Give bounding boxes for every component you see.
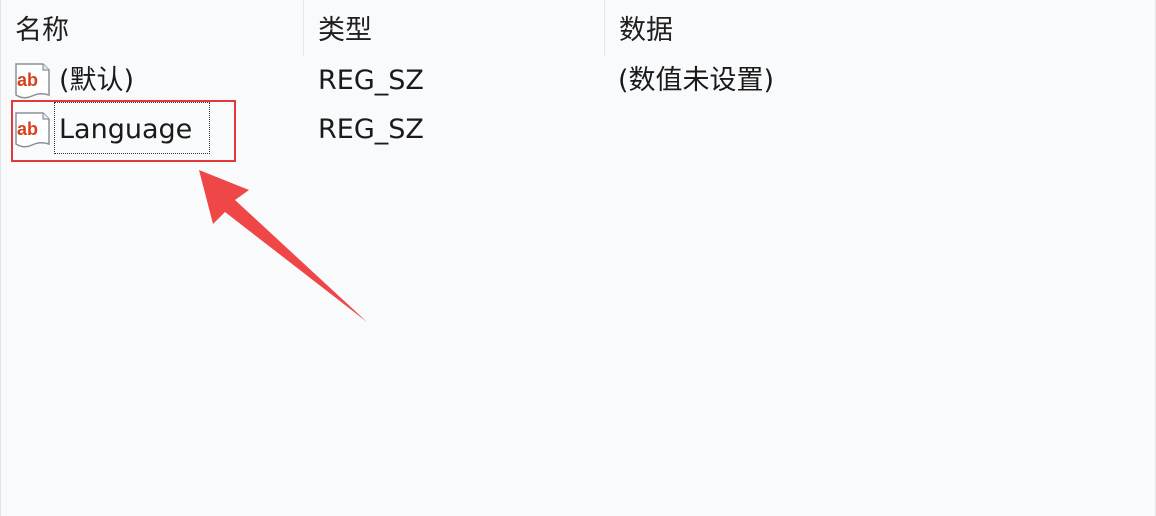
value-type: REG_SZ — [318, 65, 424, 96]
column-header-type[interactable]: 类型 — [303, 0, 604, 56]
list-header: 名称 类型 数据 — [1, 0, 1156, 56]
registry-values-pane: 名称 类型 数据 ab (默认) REG_SZ (数值未设置) ab Langu… — [0, 0, 1156, 516]
string-value-icon: ab — [15, 63, 50, 99]
column-header-data[interactable]: 数据 — [604, 0, 1156, 56]
icon-text: ab — [17, 70, 38, 90]
list-item-default[interactable]: ab (默认) REG_SZ (数值未设置) — [1, 56, 1156, 106]
value-type: REG_SZ — [318, 114, 424, 145]
highlight-box — [11, 100, 236, 162]
value-name: (默认) — [59, 65, 135, 96]
value-data: (数值未设置) — [618, 65, 775, 96]
column-header-name[interactable]: 名称 — [1, 0, 303, 56]
